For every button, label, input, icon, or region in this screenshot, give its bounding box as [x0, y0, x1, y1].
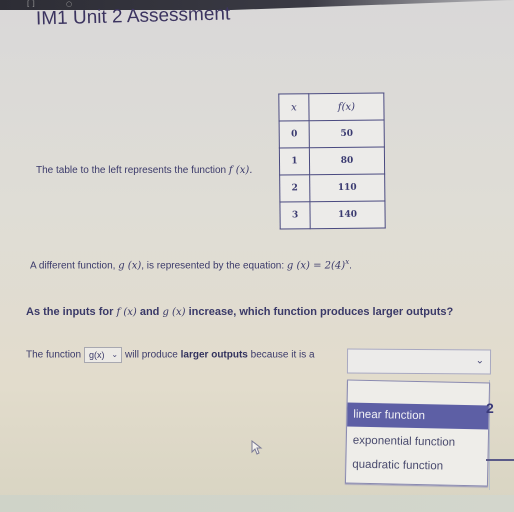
answer-text-c: because it is a	[250, 349, 315, 361]
cell-x: 0	[279, 120, 310, 149]
cell-x: 2	[279, 174, 310, 203]
g-end: .	[349, 260, 352, 272]
prompt-and: and	[139, 306, 160, 318]
prompt-f: f (x)	[116, 307, 137, 318]
cell-fx: 110	[309, 173, 385, 202]
function-type-select[interactable]: ⌄	[346, 348, 492, 375]
bracket-icon: [ ]	[27, 0, 35, 8]
prompt-text-a: As the inputs for	[26, 306, 114, 318]
g-notation: g (x)	[118, 260, 142, 272]
f-notation: f (x).	[228, 165, 253, 176]
cell-x: 3	[279, 201, 311, 230]
table-row: 0 50	[279, 119, 385, 149]
table-row: 2 110	[279, 173, 385, 203]
chevron-down-icon: ⌄	[111, 350, 119, 359]
answer-bold: larger outputs	[180, 349, 248, 361]
g-equation: g (x) = 2(4)	[286, 260, 346, 272]
answer-text-a: The function	[26, 349, 82, 361]
cell-fx: 140	[309, 200, 386, 229]
chevron-down-icon: ⌄	[475, 355, 485, 367]
side-number: 2	[486, 400, 494, 416]
g-text-a: A different function,	[30, 260, 116, 272]
prompt-g: g (x)	[162, 307, 186, 318]
option-exponential-function[interactable]: exponential function	[347, 429, 488, 456]
function-select[interactable]: g(x) ⌄	[84, 347, 123, 363]
function-table: x f(x) 0 50 1 80 2 110 3 140	[278, 92, 386, 230]
intro-text: The table to the left represents the fun…	[36, 165, 227, 176]
option-linear-function[interactable]: linear function	[347, 402, 489, 430]
header-x: x	[278, 93, 310, 122]
table-description: The table to the left represents the fun…	[36, 165, 252, 176]
bottom-band	[0, 495, 514, 512]
question-prompt: As the inputs for f (x) and g (x) increa…	[26, 306, 453, 318]
cell-fx: 50	[309, 119, 385, 148]
g-text-b: , is represented by the equation:	[141, 260, 285, 272]
page-title: IM1 Unit 2 Assessment	[35, 3, 231, 30]
prompt-text-b: increase, which function produces larger…	[188, 306, 454, 318]
g-description: A different function, g (x), is represen…	[30, 258, 352, 271]
side-underline	[486, 459, 514, 461]
table-row: 1 80	[279, 146, 385, 176]
function-select-value: g(x)	[89, 350, 105, 360]
cell-fx: 80	[309, 146, 385, 175]
answer-text-b: will produce	[125, 349, 178, 361]
table-row: 3 140	[279, 200, 386, 230]
table-header-row: x f(x)	[278, 92, 385, 122]
header-fx: f(x)	[308, 92, 385, 121]
mouse-cursor-icon	[251, 440, 263, 455]
answer-sentence: The function g(x) ⌄ will produce larger out…	[26, 347, 315, 363]
cell-x: 1	[279, 147, 310, 176]
option-quadratic-function[interactable]: quadratic function	[346, 453, 487, 480]
function-type-dropdown: linear function exponential function qua…	[344, 379, 491, 487]
